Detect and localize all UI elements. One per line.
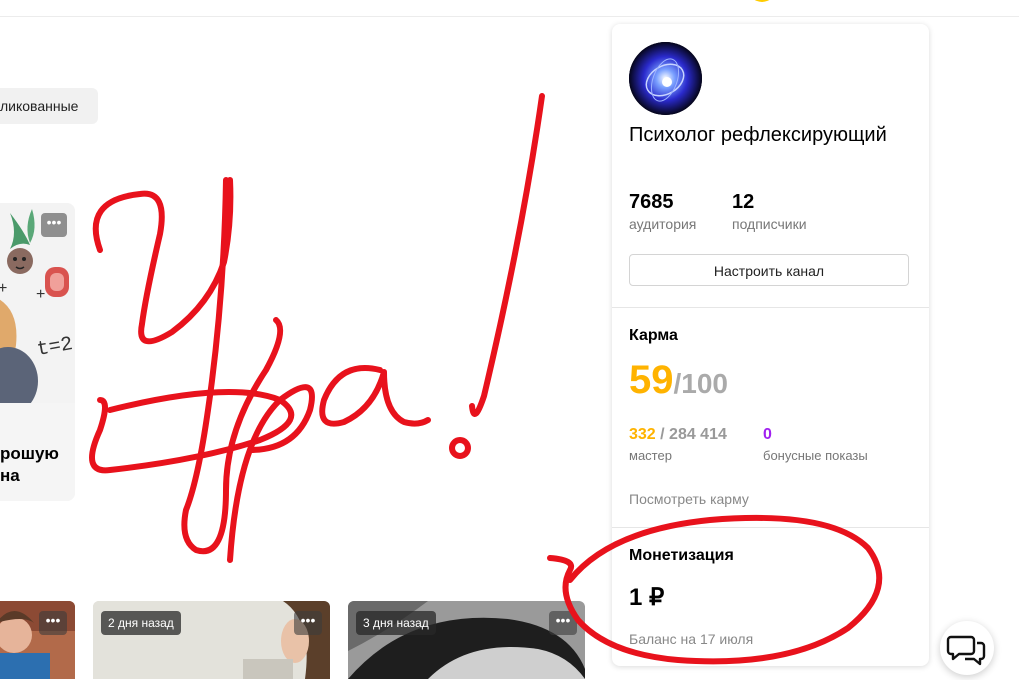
bonus-label: бонусные показы [763, 448, 868, 463]
annotation-stroke-u-tail [181, 177, 284, 555]
article-card-2[interactable]: 2 дня назад ••• [93, 601, 330, 679]
tab-published[interactable]: ликованные [0, 88, 99, 124]
card-menu-button[interactable]: ••• [549, 611, 577, 635]
card-menu-button[interactable]: ••• [294, 611, 322, 635]
monetization-amount: 1 ₽ [629, 584, 665, 611]
channel-name[interactable]: Психолог рефлексирующий [629, 122, 889, 148]
card-title-line1: рошую [0, 444, 59, 463]
master-total: / 284 414 [655, 426, 727, 443]
top-bar [0, 0, 1019, 17]
balance-date: Баланс на 17 июля [629, 631, 754, 647]
support-chat-button[interactable] [940, 621, 994, 675]
karma-value: 59 [629, 358, 674, 402]
card-title-line2: на [0, 466, 20, 485]
audience-stat: 7685 аудитория [629, 190, 696, 234]
card-menu-button[interactable]: ••• [41, 213, 67, 237]
article-card-3[interactable]: 3 дня назад ••• [348, 601, 585, 679]
divider [612, 307, 929, 308]
channel-panel: Психолог рефлексирующий 7685 аудитория 1… [612, 24, 929, 666]
annotation-stroke-r-bowl [227, 384, 315, 563]
annotation-stroke-u-left [92, 177, 234, 345]
card-menu-button[interactable]: ••• [39, 611, 67, 635]
configure-channel-button[interactable]: Настроить канал [629, 254, 909, 286]
article-card-featured[interactable]: + + t=2 ••• рошую на [0, 203, 75, 501]
publish-time-badge: 2 дня назад [101, 611, 181, 635]
karma-title: Карма [629, 327, 678, 344]
audience-label: аудитория [629, 216, 697, 232]
master-stat: 332 / 284 414 мастер [629, 425, 727, 467]
annotation-stroke-a [319, 365, 431, 427]
avatar-image [629, 42, 702, 115]
svg-text:+: + [0, 280, 7, 297]
svg-text:+: + [36, 286, 45, 303]
subscribers-stat: 12 подписчики [732, 190, 807, 234]
karma-score: 59/100 [629, 358, 728, 406]
chat-bubbles-icon [946, 635, 986, 666]
bonus-stat: 0 бонусные показы [763, 425, 868, 467]
annotation-stroke-dot [449, 437, 471, 459]
annotation-stroke-r [89, 389, 295, 474]
avatar[interactable] [629, 42, 702, 115]
divider [612, 527, 929, 528]
subscribers-label: подписчики [732, 216, 807, 232]
view-karma-link[interactable]: Посмотреть карму [629, 491, 749, 507]
master-label: мастер [629, 448, 672, 463]
logo-icon[interactable] [748, 0, 776, 2]
master-value: 332 [629, 426, 656, 443]
audience-value: 7685 [629, 191, 674, 213]
annotation-stroke-excl [469, 93, 545, 417]
bonus-value: 0 [763, 426, 772, 443]
monetization-title: Монетизация [629, 547, 734, 564]
karma-max: /100 [673, 368, 729, 399]
article-card-1[interactable]: ••• [0, 601, 75, 679]
subscribers-value: 12 [732, 191, 755, 213]
card-title: рошую на [0, 443, 59, 487]
publish-time-badge: 3 дня назад [356, 611, 436, 635]
